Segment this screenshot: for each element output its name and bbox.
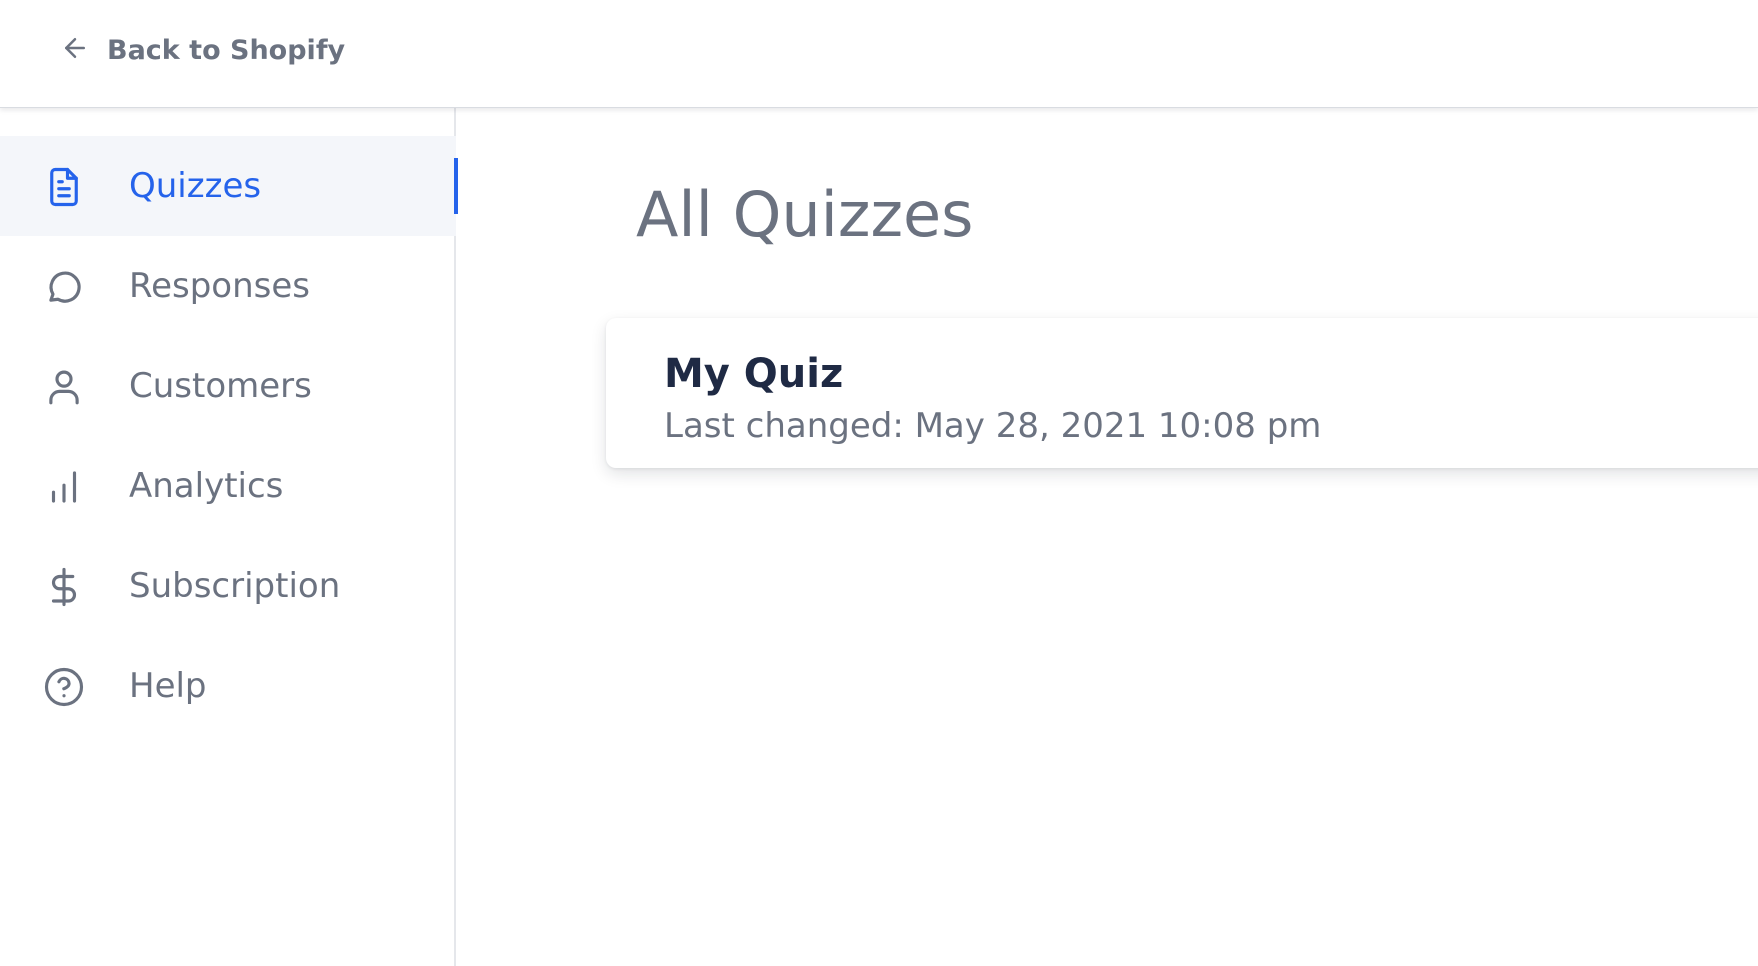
- dollar-icon: [43, 566, 85, 608]
- back-to-shopify-link[interactable]: Back to Shopify: [60, 30, 345, 70]
- sidebar-nav: Quizzes Responses Customers Analytics Su…: [0, 108, 458, 966]
- main-content: All Quizzes My Quiz Last changed: May 28…: [458, 108, 1758, 966]
- document-icon: [43, 166, 85, 208]
- quiz-last-changed: Last changed: May 28, 2021 10:08 pm: [664, 406, 1322, 446]
- sidebar-item-responses[interactable]: Responses: [0, 236, 456, 336]
- user-icon: [43, 366, 85, 408]
- back-link-label: Back to Shopify: [107, 34, 346, 66]
- quiz-card[interactable]: My Quiz Last changed: May 28, 2021 10:08…: [606, 318, 1758, 468]
- sidebar-item-subscription[interactable]: Subscription: [0, 536, 456, 636]
- bar-chart-icon: [43, 466, 85, 508]
- sidebar-item-label: Analytics: [129, 466, 284, 506]
- sidebar-item-analytics[interactable]: Analytics: [0, 436, 456, 536]
- page-title: All Quizzes: [636, 178, 974, 251]
- top-bar: Back to Shopify: [0, 0, 1758, 108]
- question-circle-icon: [43, 666, 85, 708]
- sidebar-item-help[interactable]: Help: [0, 636, 456, 736]
- sidebar-item-label: Responses: [129, 266, 311, 306]
- sidebar-item-label: Subscription: [129, 566, 341, 606]
- arrow-left-icon: [60, 33, 90, 67]
- chat-bubble-icon: [43, 266, 85, 308]
- sidebar-item-label: Quizzes: [129, 166, 262, 206]
- sidebar-item-label: Help: [129, 666, 207, 706]
- sidebar-item-label: Customers: [129, 366, 312, 406]
- sidebar-item-quizzes[interactable]: Quizzes: [0, 136, 458, 236]
- sidebar-item-customers[interactable]: Customers: [0, 336, 456, 436]
- quiz-name: My Quiz: [664, 351, 844, 397]
